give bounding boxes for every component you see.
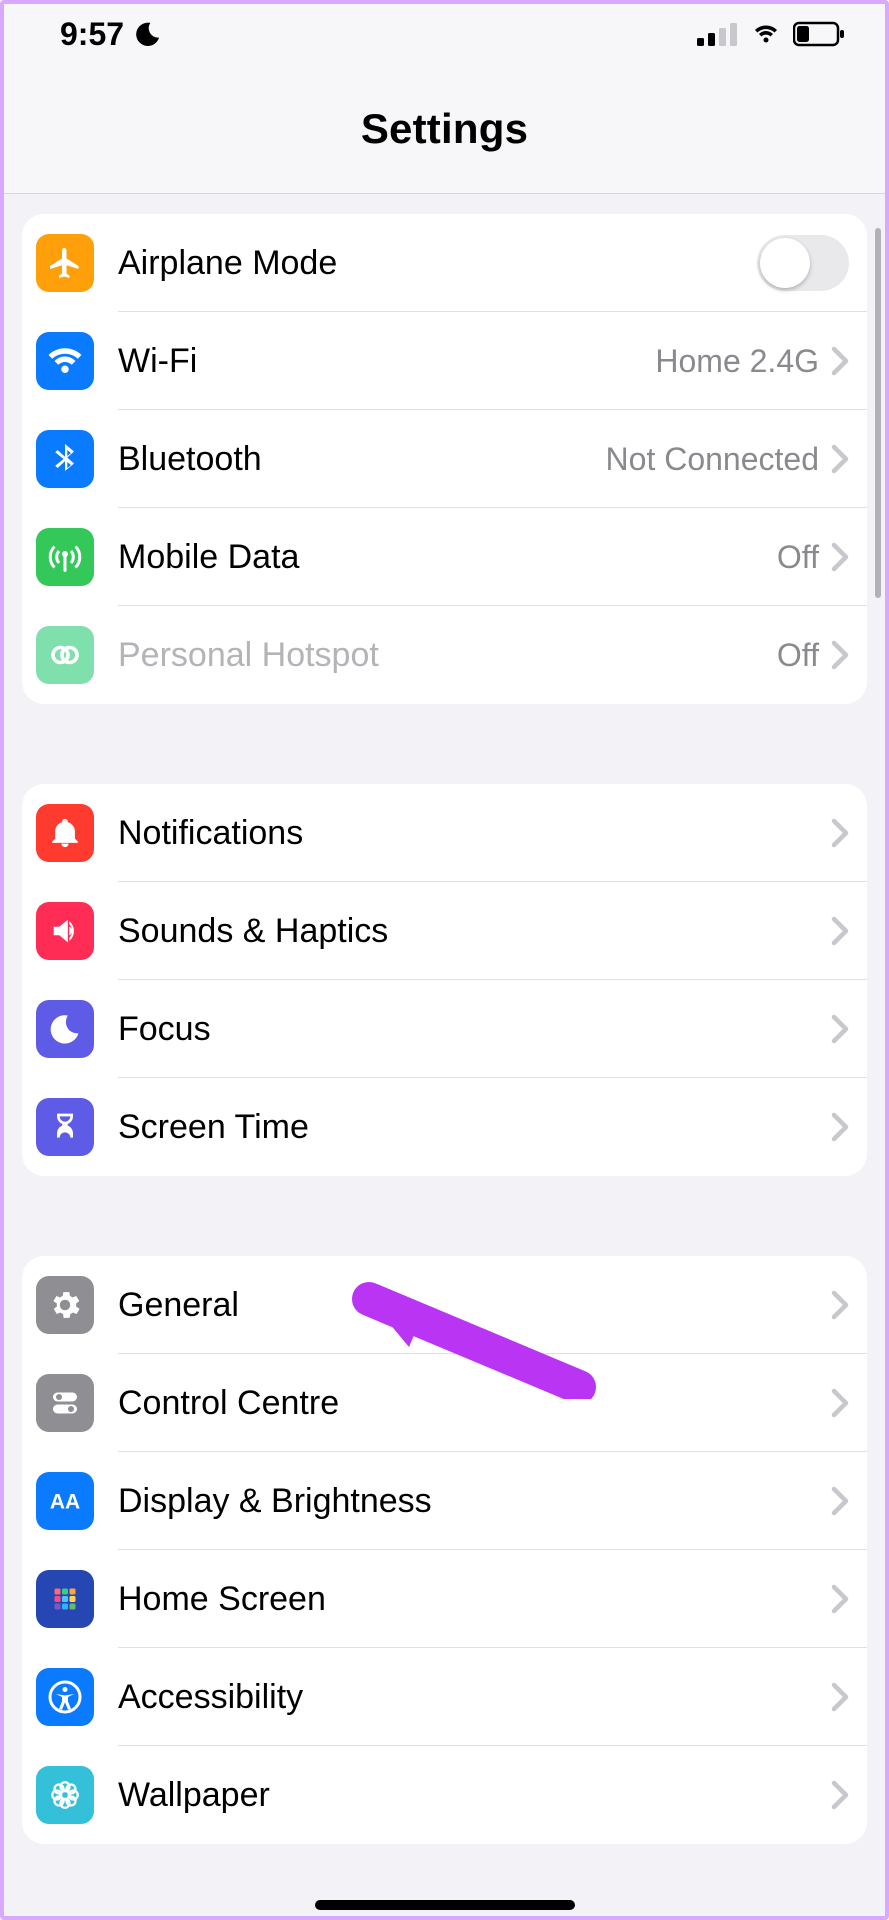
row-label: Bluetooth: [118, 440, 606, 479]
airplane-toggle[interactable]: [757, 235, 849, 291]
row-value: Home 2.4G: [655, 343, 819, 380]
row-label: Screen Time: [118, 1108, 831, 1147]
focus-icon: [36, 1000, 94, 1058]
control-centre-icon: [36, 1374, 94, 1432]
row-focus[interactable]: Focus: [22, 980, 867, 1078]
row-label: Control Centre: [118, 1384, 831, 1423]
chevron-right-icon: [831, 1014, 849, 1044]
row-label: Notifications: [118, 814, 831, 853]
page-title: Settings: [361, 105, 528, 153]
row-control-centre[interactable]: Control Centre: [22, 1354, 867, 1452]
sounds-icon: [36, 902, 94, 960]
battery-icon: [793, 21, 845, 47]
chevron-right-icon: [831, 818, 849, 848]
row-bluetooth[interactable]: Bluetooth Not Connected: [22, 410, 867, 508]
row-label: Display & Brightness: [118, 1482, 831, 1521]
settings-group-system: General Control Centre AA Display & Brig…: [22, 1256, 867, 1844]
row-label: Sounds & Haptics: [118, 912, 831, 951]
row-sounds-haptics[interactable]: Sounds & Haptics: [22, 882, 867, 980]
wifi-icon: [749, 22, 783, 46]
wallpaper-icon: [36, 1766, 94, 1824]
display-icon: AA: [36, 1472, 94, 1530]
status-bar-left: 9:57: [60, 16, 162, 53]
row-personal-hotspot[interactable]: Personal Hotspot Off: [22, 606, 867, 704]
hotspot-icon: [36, 626, 94, 684]
row-display-brightness[interactable]: AA Display & Brightness: [22, 1452, 867, 1550]
row-home-screen[interactable]: Home Screen: [22, 1550, 867, 1648]
chevron-right-icon: [831, 916, 849, 946]
do-not-disturb-icon: [134, 20, 162, 48]
chevron-right-icon: [831, 640, 849, 670]
row-label: Focus: [118, 1010, 831, 1049]
row-label: General: [118, 1286, 831, 1325]
row-value: Not Connected: [606, 441, 819, 478]
row-label: Airplane Mode: [118, 244, 757, 283]
row-label: Accessibility: [118, 1678, 831, 1717]
status-bar: 9:57: [4, 4, 885, 64]
scrollbar-thumb[interactable]: [875, 228, 881, 598]
row-label: Wi-Fi: [118, 342, 655, 381]
status-bar-right: [697, 21, 845, 47]
settings-screen: 9:57 Settings: [4, 4, 885, 1916]
home-indicator[interactable]: [315, 1900, 575, 1910]
airplane-icon: [36, 234, 94, 292]
chevron-right-icon: [831, 1584, 849, 1614]
chevron-right-icon: [831, 1486, 849, 1516]
cellular-signal-icon: [697, 22, 739, 46]
settings-group-alerts: Notifications Sounds & Haptics Focus: [22, 784, 867, 1176]
chevron-right-icon: [831, 444, 849, 474]
row-notifications[interactable]: Notifications: [22, 784, 867, 882]
accessibility-icon: [36, 1668, 94, 1726]
screentime-icon: [36, 1098, 94, 1156]
chevron-right-icon: [831, 346, 849, 376]
nav-header: Settings: [4, 64, 885, 194]
row-mobile-data[interactable]: Mobile Data Off: [22, 508, 867, 606]
status-time: 9:57: [60, 16, 124, 53]
row-label: Home Screen: [118, 1580, 831, 1619]
row-general[interactable]: General: [22, 1256, 867, 1354]
row-label: Personal Hotspot: [118, 636, 777, 675]
row-wallpaper[interactable]: Wallpaper: [22, 1746, 867, 1844]
cellular-icon: [36, 528, 94, 586]
row-wifi[interactable]: Wi-Fi Home 2.4G: [22, 312, 867, 410]
general-icon: [36, 1276, 94, 1334]
chevron-right-icon: [831, 542, 849, 572]
row-accessibility[interactable]: Accessibility: [22, 1648, 867, 1746]
chevron-right-icon: [831, 1780, 849, 1810]
chevron-right-icon: [831, 1112, 849, 1142]
chevron-right-icon: [831, 1290, 849, 1320]
settings-content[interactable]: Airplane Mode Wi-Fi Home 2.4G Bluetooth …: [4, 214, 885, 1844]
row-airplane-mode[interactable]: Airplane Mode: [22, 214, 867, 312]
chevron-right-icon: [831, 1682, 849, 1712]
bluetooth-icon: [36, 430, 94, 488]
svg-text:AA: AA: [50, 1491, 80, 1514]
wifi-tile-icon: [36, 332, 94, 390]
settings-group-network: Airplane Mode Wi-Fi Home 2.4G Bluetooth …: [22, 214, 867, 704]
row-value: Off: [777, 637, 819, 674]
chevron-right-icon: [831, 1388, 849, 1418]
row-value: Off: [777, 539, 819, 576]
row-screen-time[interactable]: Screen Time: [22, 1078, 867, 1176]
row-label: Mobile Data: [118, 538, 777, 577]
home-screen-icon: [36, 1570, 94, 1628]
row-label: Wallpaper: [118, 1776, 831, 1815]
notifications-icon: [36, 804, 94, 862]
